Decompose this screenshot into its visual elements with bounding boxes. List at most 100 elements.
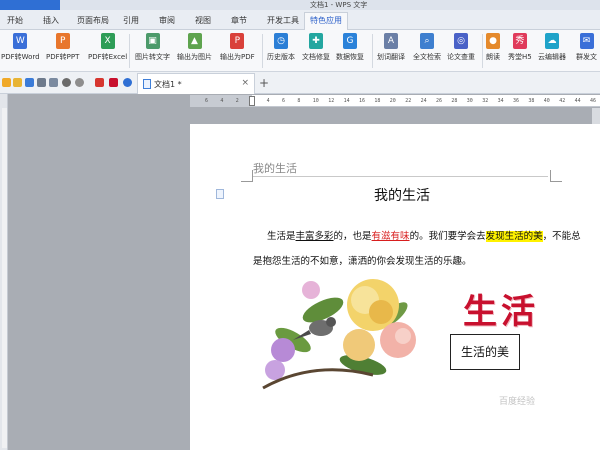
open-folder-icon[interactable] <box>13 78 22 87</box>
image-to-text-button[interactable]: ▣ 图片转文字 <box>135 33 170 62</box>
paragraph-layout-icon[interactable] <box>216 189 224 199</box>
print-preview-icon[interactable] <box>49 78 58 87</box>
highlighted-text: 发现生活的美 <box>485 231 543 242</box>
read-aloud-button[interactable]: ● 朗读 <box>486 33 500 62</box>
translate-icon: A <box>384 33 398 49</box>
text-box[interactable]: 生活的美 <box>450 334 520 370</box>
broadcast-icon: ✉ <box>579 33 594 49</box>
search-doc-icon: ⌕ <box>420 33 434 49</box>
ruler-tick-label: 2 <box>235 98 239 104</box>
document-tab-label: 文档1 * <box>154 80 182 89</box>
vertical-ruler[interactable] <box>2 108 7 448</box>
ribbon-separator <box>262 34 263 68</box>
cloud-editor-button[interactable]: ☁ 云编辑器 <box>538 33 566 62</box>
menu-icon[interactable] <box>2 78 11 87</box>
ruler-tick-label: 6 <box>205 98 209 104</box>
tab-page-layout[interactable]: 页面布局 <box>72 13 114 29</box>
ruler-tick-label: 40 <box>543 98 550 104</box>
broadcast-button[interactable]: ✉ 群发文 <box>576 33 597 62</box>
ruler-tick-label: 10 <box>312 98 319 104</box>
history-button[interactable]: ◷ 历史版本 <box>267 33 295 62</box>
wordart-text[interactable]: 生活 <box>463 284 539 333</box>
pdf-to-ppt-icon: P <box>55 33 70 49</box>
margin-corner-top-right <box>550 170 562 182</box>
ruler-tick-label: 38 <box>528 98 535 104</box>
quick-access-toolbar <box>0 72 600 94</box>
ruler-tick-label: 16 <box>359 98 366 104</box>
tab-developer[interactable]: 开发工具 <box>262 13 304 29</box>
tab-special-apps[interactable]: 特色应用 <box>304 12 348 30</box>
ruler-tick-label: 30 <box>466 98 473 104</box>
paragraph-line-2[interactable]: 是抱怨生活的不如意，潇洒的你会发现生活的乐趣。 <box>253 253 472 267</box>
export-image-icon: ▲ <box>187 33 202 49</box>
peony-bird-image[interactable] <box>253 270 425 390</box>
header-divider <box>253 176 548 177</box>
ruler-tick-label: 24 <box>420 98 427 104</box>
ruler-tick-label: 46 <box>590 98 597 104</box>
app-title-tab[interactable] <box>0 0 60 10</box>
pdf-to-ppt-button[interactable]: P PDF转PPT <box>46 33 79 62</box>
underlined-text: 丰富多彩 <box>295 231 334 242</box>
ruler-tick-label: 22 <box>405 98 412 104</box>
ruler-tick-label: 4 <box>266 98 270 104</box>
tab-view[interactable]: 视图 <box>190 13 216 29</box>
ruler-tick-label: 34 <box>497 98 504 104</box>
repair-button[interactable]: ✚ 文档修复 <box>302 33 330 62</box>
dropdown-arrow-icon[interactable] <box>95 78 104 87</box>
cloud-sync-icon[interactable] <box>123 78 132 87</box>
ruler-tick-label: 32 <box>482 98 489 104</box>
ruler-tick-label: 36 <box>513 98 520 104</box>
save-icon[interactable] <box>25 78 34 87</box>
translate-button[interactable]: A 划词翻译 <box>377 33 405 62</box>
ruler-tick-label: 44 <box>574 98 581 104</box>
watermark: 百度经验 <box>499 397 536 407</box>
ribbon: W PDF转Word P PDF转PPT X PDF转Excel ▣ 图片转文字 ▲ 输出… <box>0 30 600 72</box>
search-doc-button[interactable]: ⌕ 全文检索 <box>413 33 441 62</box>
plagiarism-check-button[interactable]: ◎ 论文查重 <box>447 33 475 62</box>
wps-logo-icon <box>109 78 118 87</box>
ruler-tick-label: 28 <box>451 98 458 104</box>
export-image-button[interactable]: ▲ 输出为图片 <box>177 33 212 62</box>
ruler-tick-label: 6 <box>282 98 286 104</box>
indent-marker[interactable] <box>249 96 255 106</box>
margin-corner-top-left <box>241 170 253 182</box>
ruler-tick-label: 12 <box>328 98 335 104</box>
close-tab-icon[interactable]: × <box>241 78 249 88</box>
repair-icon: ✚ <box>309 33 323 49</box>
ruler-tick-label: 18 <box>374 98 381 104</box>
tab-home[interactable]: 开始 <box>2 13 28 29</box>
print-icon[interactable] <box>37 78 46 87</box>
page-header-text[interactable]: 我的生活 <box>253 160 297 176</box>
menu-bar: 开始 插入 页面布局 引用 审阅 视图 章节 开发工具 特色应用 <box>0 10 600 30</box>
export-pdf-button[interactable]: P 输出为PDF <box>220 33 255 62</box>
ruler-tick-label: 20 <box>389 98 396 104</box>
plagiarism-check-icon: ◎ <box>454 33 468 49</box>
red-underlined-text: 有滋有味 <box>371 231 410 242</box>
title-bar: 文档1 - WPS 文字 <box>0 0 600 10</box>
ruler-tick-label: 26 <box>436 98 443 104</box>
document-title[interactable]: 我的生活 <box>374 185 430 205</box>
pdf-to-word-icon: W <box>13 33 28 49</box>
ruler-tick-label: 14 <box>343 98 350 104</box>
ribbon-separator <box>129 34 130 68</box>
document-tab[interactable]: 文档1 * × <box>137 73 255 94</box>
pdf-to-word-button[interactable]: W PDF转Word <box>1 33 40 62</box>
ruler-tick-label: 4 <box>220 98 224 104</box>
pdf-to-excel-button[interactable]: X PDF转Excel <box>88 33 127 62</box>
tab-review[interactable]: 审阅 <box>154 13 180 29</box>
tab-references[interactable]: 引用 <box>118 13 144 29</box>
tab-insert[interactable]: 插入 <box>38 13 64 29</box>
cloud-editor-icon: ☁ <box>545 33 559 49</box>
data-recovery-icon: G <box>343 33 357 49</box>
add-tab-icon[interactable]: + <box>259 76 269 90</box>
tab-chapter[interactable]: 章节 <box>226 13 252 29</box>
history-icon: ◷ <box>274 33 288 49</box>
pink-peony <box>380 322 416 358</box>
data-recovery-button[interactable]: G 数据恢复 <box>336 33 364 62</box>
h5-button[interactable]: 秀秀堂H5 <box>508 33 532 62</box>
ruler-tick-label: 8 <box>297 98 301 104</box>
window-title: 文档1 - WPS 文字 <box>310 1 368 9</box>
paragraph-line-1[interactable]: 生活是丰富多彩的，也是有滋有味的。我们要学会去发现生活的美，不能总 <box>267 228 581 242</box>
redo-icon[interactable] <box>75 78 84 87</box>
undo-icon[interactable] <box>62 78 71 87</box>
